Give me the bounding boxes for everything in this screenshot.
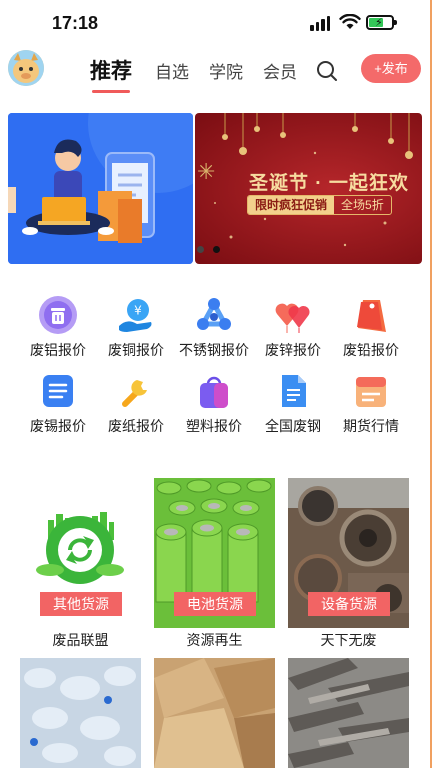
wifi-icon: [339, 14, 361, 29]
category-label: 期货行情: [343, 418, 399, 434]
publish-button[interactable]: +发布: [361, 54, 421, 83]
category-scrap-steel[interactable]: 全国废钢: [254, 372, 332, 442]
tab-recommend[interactable]: 推荐: [90, 55, 132, 93]
banner-slide-christmas[interactable]: ✳ 圣诞节 · 一起狂欢 限时疯狂促销 全场5折: [195, 113, 422, 264]
card-plastic-bottles[interactable]: [20, 658, 141, 768]
card-caption: 天下无废: [320, 632, 377, 648]
category-label: 塑料报价: [186, 418, 242, 434]
tag-icon: [357, 300, 386, 332]
spinner-icon: [197, 298, 231, 330]
card-badge: 设备货源: [308, 592, 390, 616]
status-bar: 17:18 ⚡: [0, 0, 432, 46]
carousel-dot: [197, 246, 204, 253]
category-lead[interactable]: 废铅报价: [332, 296, 410, 366]
status-time: 17:18: [52, 13, 99, 33]
category-label: 不锈钢报价: [179, 342, 249, 358]
calendar-icon: [356, 377, 386, 407]
category-label: 废铜报价: [108, 342, 164, 358]
card-equipment-supply[interactable]: 设备货源 天下无废: [288, 478, 409, 648]
card-scrap-steel[interactable]: [288, 658, 409, 768]
card-badge: 其他货源: [40, 592, 122, 616]
category-plastic[interactable]: 塑料报价: [175, 372, 253, 442]
card-caption: 废品联盟: [52, 632, 109, 648]
category-label: 废铝报价: [30, 342, 86, 358]
category-label: 废锌报价: [265, 342, 321, 358]
promo-tag-discount: 全场5折: [341, 198, 384, 212]
tab-academy[interactable]: 学院: [209, 58, 243, 83]
card-cardboard[interactable]: [154, 658, 275, 768]
banner-promo-tag: 限时疯狂促销 全场5折: [247, 195, 392, 215]
card-badge: 电池货源: [174, 592, 256, 616]
carousel-dot-active: [213, 246, 220, 253]
hearts-icon: [275, 303, 310, 333]
document-icon: [282, 375, 306, 407]
list-icon: [43, 375, 73, 407]
search-icon[interactable]: [316, 60, 338, 82]
svg-text:✳: ✳: [197, 160, 215, 185]
category-tin[interactable]: 废锡报价: [19, 372, 97, 442]
cardboard-image: [154, 658, 275, 768]
battery-icon: ⚡: [366, 15, 397, 30]
category-aluminum[interactable]: 废铝报价: [19, 296, 97, 366]
category-label: 废锡报价: [30, 418, 86, 434]
category-paper[interactable]: 废纸报价: [97, 372, 175, 442]
banner-carousel[interactable]: ✳ 圣诞节 · 一起狂欢 限时疯狂促销 全场5折: [8, 113, 422, 264]
card-other-supply[interactable]: 其他货源 废品联盟: [20, 478, 141, 648]
category-label: 全国废钢: [265, 418, 321, 434]
tab-member[interactable]: 会员: [263, 58, 297, 83]
wrench-icon: [122, 380, 147, 407]
category-label: 废铅报价: [343, 342, 399, 358]
category-copper[interactable]: ¥ 废铜报价: [97, 296, 175, 366]
card-caption: 资源再生: [186, 632, 243, 648]
category-stainless[interactable]: 不锈钢报价: [175, 296, 253, 366]
carousel-indicator: [197, 246, 220, 253]
banner-christmas-title: 圣诞节 · 一起狂欢: [249, 173, 409, 194]
category-zinc[interactable]: 废锌报价: [254, 296, 332, 366]
card-battery-supply[interactable]: 电池货源 资源再生: [154, 478, 275, 648]
trash-icon: [39, 296, 77, 334]
category-futures[interactable]: 期货行情: [332, 372, 410, 442]
avatar[interactable]: [8, 50, 44, 86]
signal-icon: [310, 16, 330, 31]
banner-slide-shopping[interactable]: [8, 113, 193, 264]
yuan-hand-icon: ¥: [119, 299, 152, 332]
promo-tag-limited: 限时疯狂促销: [248, 196, 335, 214]
tab-watchlist[interactable]: 自选: [155, 58, 189, 83]
category-label: 废纸报价: [108, 418, 164, 434]
svg-text:¥: ¥: [134, 304, 142, 318]
scrap-steel-image: [288, 658, 409, 768]
bag-icon: [200, 376, 228, 408]
top-nav: 推荐 自选 学院 会员 +发布: [0, 48, 432, 94]
bottles-image: [20, 658, 141, 768]
